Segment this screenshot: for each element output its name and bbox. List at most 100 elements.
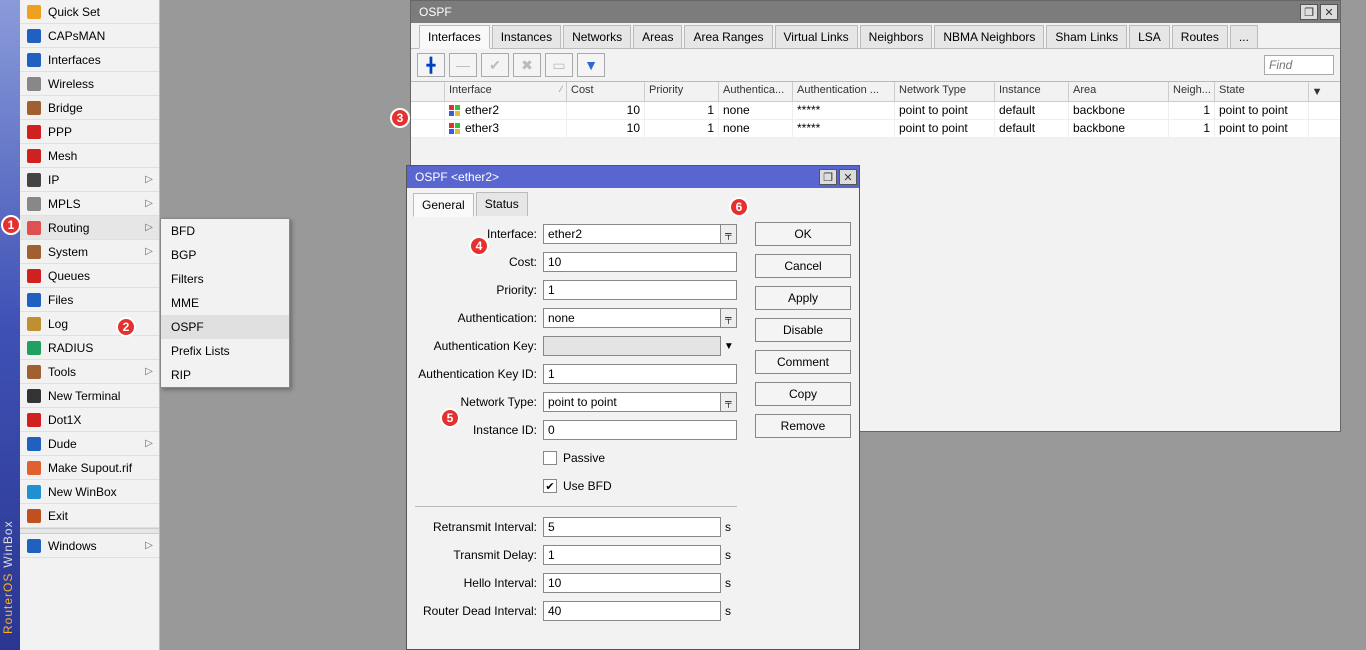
dropdown-icon[interactable]: ╤ xyxy=(721,308,737,328)
hello-field[interactable] xyxy=(543,573,721,593)
sidebar-item-new-winbox[interactable]: New WinBox xyxy=(20,480,159,504)
sidebar-item-wireless[interactable]: Wireless xyxy=(20,72,159,96)
sidebar-item-queues[interactable]: Queues xyxy=(20,264,159,288)
table-row[interactable]: ether3101none*****point to pointdefaultb… xyxy=(411,120,1340,138)
column-header[interactable]: Authentica... xyxy=(719,82,793,101)
remove-button[interactable]: — xyxy=(449,53,477,77)
column-header[interactable]: Cost xyxy=(567,82,645,101)
instid-field[interactable] xyxy=(543,420,737,440)
tab-areas[interactable]: Areas xyxy=(633,25,682,48)
usebfd-checkbox[interactable]: ✔ xyxy=(543,479,557,493)
sidebar-item-mesh[interactable]: Mesh xyxy=(20,144,159,168)
tab-area-ranges[interactable]: Area Ranges xyxy=(684,25,772,48)
sidebar-item-tools[interactable]: Tools▷ xyxy=(20,360,159,384)
add-button[interactable]: ╋ xyxy=(417,53,445,77)
dropdown-icon[interactable]: ╤ xyxy=(721,224,737,244)
tab-instances[interactable]: Instances xyxy=(492,25,561,48)
ntype-field[interactable] xyxy=(543,392,721,412)
sidebar-item-log[interactable]: Log xyxy=(20,312,159,336)
column-header[interactable]: Network Type xyxy=(895,82,995,101)
table-row[interactable]: ether2101none*****point to pointdefaultb… xyxy=(411,102,1340,120)
column-header[interactable]: Neigh... xyxy=(1169,82,1215,101)
sidebar-item-label: Windows xyxy=(48,539,143,553)
sidebar-item-label: Queues xyxy=(48,269,155,283)
sidebar-item-make-supout-rif[interactable]: Make Supout.rif xyxy=(20,456,159,480)
close-icon[interactable]: ✕ xyxy=(839,169,857,185)
sidebar-item-dot1x[interactable]: Dot1X xyxy=(20,408,159,432)
sidebar-item-windows[interactable]: Windows▷ xyxy=(20,534,159,558)
close-icon[interactable]: ✕ xyxy=(1320,4,1338,20)
ok-button[interactable]: OK xyxy=(755,222,851,246)
submenu-item-rip[interactable]: RIP xyxy=(161,363,289,387)
sidebar-item-ip[interactable]: IP▷ xyxy=(20,168,159,192)
dead-field[interactable] xyxy=(543,601,721,621)
tab-interfaces[interactable]: Interfaces xyxy=(419,25,490,49)
comment-button[interactable]: ▭ xyxy=(545,53,573,77)
interface-icon xyxy=(449,105,461,117)
tab-lsa[interactable]: LSA xyxy=(1129,25,1170,48)
column-header[interactable]: Interface∕ xyxy=(445,82,567,101)
submenu-item-filters[interactable]: Filters xyxy=(161,267,289,291)
tab-neighbors[interactable]: Neighbors xyxy=(860,25,933,48)
tab-nbma-neighbors[interactable]: NBMA Neighbors xyxy=(934,25,1044,48)
retx-label: Retransmit Interval: xyxy=(415,520,543,534)
column-header[interactable]: State xyxy=(1215,82,1309,101)
sidebar-item-quick-set[interactable]: Quick Set xyxy=(20,0,159,24)
cost-field[interactable] xyxy=(543,252,737,272)
column-header[interactable]: Instance xyxy=(995,82,1069,101)
retx-field[interactable] xyxy=(543,517,721,537)
tab--[interactable]: ... xyxy=(1230,25,1258,48)
remove-button[interactable]: Remove xyxy=(755,414,851,438)
restore-icon[interactable]: ❐ xyxy=(1300,4,1318,20)
sidebar-item-new-terminal[interactable]: New Terminal xyxy=(20,384,159,408)
disable-button[interactable]: ✖ xyxy=(513,53,541,77)
priority-field[interactable] xyxy=(543,280,737,300)
interface-field[interactable] xyxy=(543,224,721,244)
expand-icon[interactable]: ▼ xyxy=(721,336,737,356)
column-header[interactable]: Area xyxy=(1069,82,1169,101)
enable-button[interactable]: ✔ xyxy=(481,53,509,77)
tab-virtual-links[interactable]: Virtual Links xyxy=(775,25,858,48)
filter-button[interactable]: ▼ xyxy=(577,53,605,77)
dialog-titlebar[interactable]: OSPF <ether2> ❐ ✕ xyxy=(407,166,859,188)
tab-networks[interactable]: Networks xyxy=(563,25,631,48)
submenu-item-bfd[interactable]: BFD xyxy=(161,219,289,243)
auth-field[interactable] xyxy=(543,308,721,328)
apply-button[interactable]: Apply xyxy=(755,286,851,310)
submenu-item-prefix-lists[interactable]: Prefix Lists xyxy=(161,339,289,363)
submenu-item-bgp[interactable]: BGP xyxy=(161,243,289,267)
sidebar-item-ppp[interactable]: PPP xyxy=(20,120,159,144)
column-header[interactable] xyxy=(411,82,445,101)
sidebar-item-radius[interactable]: RADIUS xyxy=(20,336,159,360)
column-header[interactable]: Authentication ... xyxy=(793,82,895,101)
sidebar-item-interfaces[interactable]: Interfaces xyxy=(20,48,159,72)
find-input[interactable] xyxy=(1264,55,1334,75)
submenu-item-mme[interactable]: MME xyxy=(161,291,289,315)
disable-button[interactable]: Disable xyxy=(755,318,851,342)
dropdown-icon[interactable]: ╤ xyxy=(721,392,737,412)
txdelay-field[interactable] xyxy=(543,545,721,565)
tab-sham-links[interactable]: Sham Links xyxy=(1046,25,1127,48)
column-menu-icon[interactable]: ▼ xyxy=(1309,82,1325,101)
submenu-item-ospf[interactable]: OSPF xyxy=(161,315,289,339)
chevron-right-icon: ▷ xyxy=(143,222,155,233)
sidebar-item-mpls[interactable]: MPLS▷ xyxy=(20,192,159,216)
column-header[interactable]: Priority xyxy=(645,82,719,101)
tab-status[interactable]: Status xyxy=(476,192,528,216)
sidebar-item-files[interactable]: Files xyxy=(20,288,159,312)
authkeyid-field[interactable] xyxy=(543,364,737,384)
tab-general[interactable]: General xyxy=(413,193,474,217)
sidebar-item-system[interactable]: System▷ xyxy=(20,240,159,264)
comment-button[interactable]: Comment xyxy=(755,350,851,374)
sidebar-item-bridge[interactable]: Bridge xyxy=(20,96,159,120)
restore-icon[interactable]: ❐ xyxy=(819,169,837,185)
ospf-titlebar[interactable]: OSPF ❐ ✕ xyxy=(411,1,1340,23)
passive-checkbox[interactable] xyxy=(543,451,557,465)
sidebar-item-exit[interactable]: Exit xyxy=(20,504,159,528)
copy-button[interactable]: Copy xyxy=(755,382,851,406)
sidebar-item-capsman[interactable]: CAPsMAN xyxy=(20,24,159,48)
cancel-button[interactable]: Cancel xyxy=(755,254,851,278)
sidebar-item-routing[interactable]: Routing▷ xyxy=(20,216,159,240)
tab-routes[interactable]: Routes xyxy=(1172,25,1228,48)
sidebar-item-dude[interactable]: Dude▷ xyxy=(20,432,159,456)
